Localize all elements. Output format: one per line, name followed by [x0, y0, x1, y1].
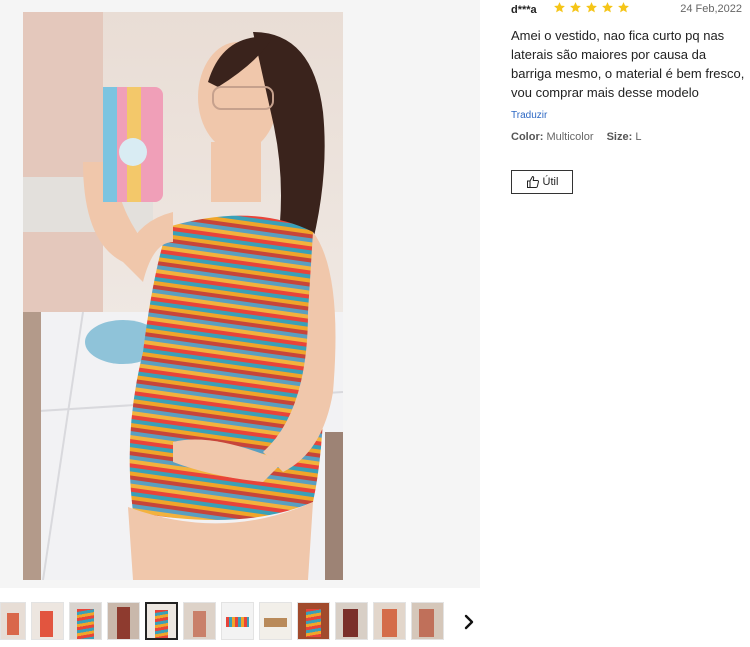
thumbnail[interactable] — [31, 602, 64, 640]
color-label: Color: — [511, 131, 544, 143]
translate-link[interactable]: Traduzir — [511, 110, 750, 121]
thumbnail[interactable] — [0, 602, 26, 640]
thumbnail[interactable] — [411, 602, 444, 640]
review-panel: d***a 24 Feb,2022 Amei o vestido, nao fi… — [511, 0, 750, 194]
thumbnail[interactable] — [69, 602, 102, 640]
thumbnail[interactable] — [297, 602, 330, 640]
star-icon — [618, 2, 629, 13]
thumbnail[interactable] — [259, 602, 292, 640]
review-date: 24 Feb,2022 — [680, 3, 742, 15]
star-icon — [586, 2, 597, 13]
size-value: L — [635, 131, 642, 143]
star-icon — [570, 2, 581, 13]
thumbs-up-icon — [526, 176, 539, 188]
thumbnail[interactable] — [107, 602, 140, 640]
review-text: Amei o vestido, nao fica curto pq nas la… — [511, 28, 745, 100]
star-rating — [553, 1, 630, 14]
size-label: Size: — [606, 131, 633, 143]
purchase-attributes: Color: Multicolor Size: L — [511, 131, 750, 143]
thumbnail[interactable] — [373, 602, 406, 640]
star-icon — [602, 2, 613, 13]
thumbnail-strip — [0, 602, 460, 642]
chevron-right-icon[interactable] — [461, 613, 477, 631]
color-value: Multicolor — [546, 131, 594, 143]
review-photo-image — [23, 12, 343, 580]
thumbnail[interactable] — [183, 602, 216, 640]
thumbnail[interactable] — [221, 602, 254, 640]
helpful-button[interactable]: Útil — [511, 170, 573, 194]
reviewer-name: d***a — [511, 4, 537, 16]
thumbnail[interactable] — [335, 602, 368, 640]
thumbnail-selected[interactable] — [145, 602, 178, 640]
helpful-label: Útil — [542, 176, 559, 188]
photo-gallery — [0, 0, 480, 588]
review-photo[interactable] — [23, 12, 343, 580]
star-icon — [554, 2, 565, 13]
